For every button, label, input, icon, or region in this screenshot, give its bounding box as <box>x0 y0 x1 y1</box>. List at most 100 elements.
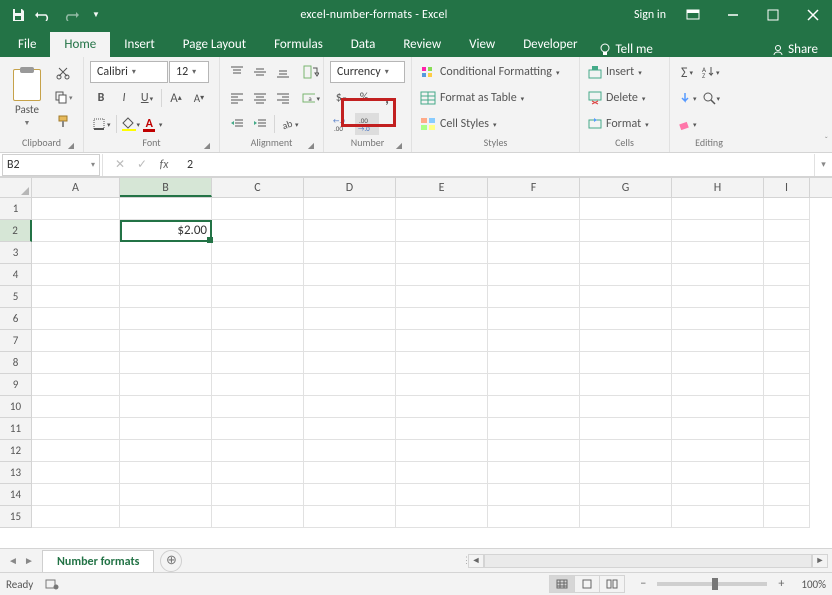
cell[interactable] <box>120 198 212 220</box>
cell[interactable] <box>304 462 396 484</box>
tab-developer[interactable]: Developer <box>509 32 591 57</box>
accounting-format-button[interactable]: $▾ <box>330 87 352 109</box>
column-header[interactable]: D <box>304 178 396 197</box>
row-header[interactable]: 11 <box>0 418 32 440</box>
cell[interactable] <box>120 396 212 418</box>
find-select-button[interactable]: ▾ <box>700 87 723 109</box>
cell[interactable] <box>672 418 764 440</box>
cell[interactable] <box>32 484 120 506</box>
cell[interactable] <box>212 374 304 396</box>
new-sheet-button[interactable]: ⊕ <box>160 550 182 572</box>
dialog-launcher-icon[interactable]: ◢ <box>306 141 316 151</box>
cell[interactable] <box>32 374 120 396</box>
cell[interactable] <box>764 352 810 374</box>
cell[interactable] <box>580 462 672 484</box>
cell[interactable] <box>488 418 580 440</box>
autosum-button[interactable]: Σ▾ <box>676 61 698 83</box>
cell[interactable] <box>32 506 120 528</box>
cell[interactable] <box>396 506 488 528</box>
fill-color-button[interactable]: ▾ <box>120 113 143 135</box>
select-all-corner[interactable] <box>0 178 32 197</box>
cell[interactable] <box>396 264 488 286</box>
zoom-slider[interactable] <box>657 582 767 586</box>
cell[interactable] <box>764 198 810 220</box>
cell[interactable] <box>672 396 764 418</box>
cell[interactable] <box>32 418 120 440</box>
row-header[interactable]: 12 <box>0 440 32 462</box>
increase-font-button[interactable]: A▴ <box>165 87 187 109</box>
cell[interactable] <box>120 440 212 462</box>
cell[interactable] <box>304 374 396 396</box>
italic-button[interactable]: I <box>113 87 135 109</box>
grid-body[interactable]: 12$2.003456789101112131415 <box>0 198 832 548</box>
cell[interactable] <box>764 418 810 440</box>
cell[interactable] <box>212 220 304 242</box>
cell[interactable] <box>580 506 672 528</box>
close-button[interactable] <box>794 1 832 29</box>
cell[interactable] <box>488 330 580 352</box>
sort-filter-button[interactable]: AZ▾ <box>699 61 722 83</box>
cell[interactable] <box>212 286 304 308</box>
cell[interactable] <box>212 418 304 440</box>
cell[interactable] <box>212 506 304 528</box>
cell[interactable] <box>580 286 672 308</box>
cell[interactable] <box>672 242 764 264</box>
format-cells-button[interactable]: Format▾ <box>586 113 651 135</box>
cell[interactable] <box>212 484 304 506</box>
tab-view[interactable]: View <box>455 32 509 57</box>
row-header[interactable]: 5 <box>0 286 32 308</box>
paste-button[interactable]: Paste ▼ <box>6 60 48 136</box>
cell[interactable] <box>672 308 764 330</box>
column-header[interactable]: C <box>212 178 304 197</box>
cell[interactable] <box>580 374 672 396</box>
column-header[interactable]: F <box>488 178 580 197</box>
increase-decimal-button[interactable]: ←.0.00 <box>330 113 354 135</box>
row-header[interactable]: 2 <box>0 220 32 242</box>
enter-icon[interactable]: ✓ <box>133 157 151 172</box>
cell[interactable] <box>580 242 672 264</box>
cell[interactable] <box>764 462 810 484</box>
cell[interactable] <box>764 440 810 462</box>
cell[interactable] <box>32 220 120 242</box>
cell[interactable] <box>396 418 488 440</box>
macro-record-icon[interactable] <box>45 578 59 590</box>
ribbon-display-icon[interactable] <box>674 1 712 29</box>
number-format-combo[interactable]: Currency▾ <box>330 61 405 83</box>
increase-indent-button[interactable] <box>249 113 271 135</box>
sheet-nav[interactable]: ◄► <box>0 554 42 567</box>
cell[interactable] <box>304 330 396 352</box>
cell[interactable] <box>212 330 304 352</box>
insert-cells-button[interactable]: Insert▾ <box>586 61 644 83</box>
cancel-icon[interactable]: ✕ <box>111 157 129 172</box>
cell[interactable] <box>120 374 212 396</box>
format-as-table-button[interactable]: Format as Table▾ <box>418 87 526 109</box>
tab-file[interactable]: File <box>4 32 50 57</box>
cell[interactable] <box>580 330 672 352</box>
column-header[interactable]: B <box>120 178 212 197</box>
cell[interactable] <box>304 440 396 462</box>
comma-style-button[interactable]: , <box>376 87 398 109</box>
cell[interactable] <box>396 330 488 352</box>
cell[interactable] <box>396 220 488 242</box>
row-header[interactable]: 10 <box>0 396 32 418</box>
cell[interactable] <box>396 198 488 220</box>
cell[interactable] <box>764 396 810 418</box>
cell[interactable] <box>212 264 304 286</box>
row-header[interactable]: 15 <box>0 506 32 528</box>
cell[interactable] <box>304 506 396 528</box>
horizontal-scrollbar[interactable]: ◄ ► <box>468 553 828 569</box>
column-header[interactable]: H <box>672 178 764 197</box>
font-size-combo[interactable]: 12▾ <box>169 61 209 83</box>
tab-data[interactable]: Data <box>337 32 390 57</box>
cell[interactable] <box>396 308 488 330</box>
cell[interactable] <box>488 396 580 418</box>
cell[interactable] <box>764 308 810 330</box>
cell[interactable] <box>120 462 212 484</box>
qat-customize-icon[interactable]: ▼ <box>84 3 108 27</box>
formula-input[interactable]: 2 <box>181 158 814 172</box>
percent-style-button[interactable]: % <box>353 87 375 109</box>
tab-insert[interactable]: Insert <box>110 32 169 57</box>
cell[interactable] <box>488 286 580 308</box>
cell[interactable] <box>672 374 764 396</box>
cell[interactable] <box>580 220 672 242</box>
